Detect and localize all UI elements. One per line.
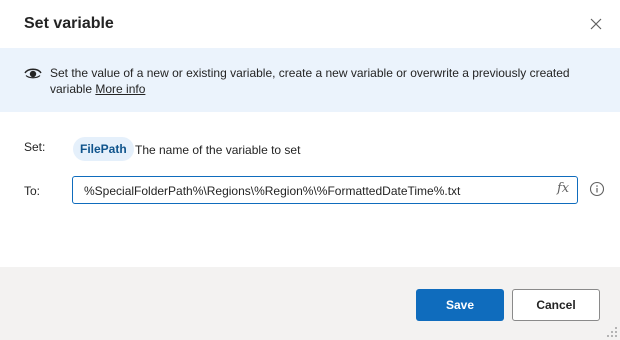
to-label: To: — [24, 184, 41, 198]
info-text: Set the value of a new or existing varia… — [50, 65, 590, 97]
fx-button[interactable]: fx — [557, 181, 569, 196]
dialog-footer: Save Cancel — [0, 267, 620, 340]
eye-icon — [24, 68, 42, 79]
save-button[interactable]: Save — [416, 289, 504, 321]
cancel-button[interactable]: Cancel — [512, 289, 600, 321]
value-input-text[interactable]: %SpecialFolderPath%\Regions\%Region%\%Fo… — [84, 184, 460, 198]
more-info-link[interactable]: More info — [95, 82, 145, 96]
resize-grip-icon[interactable] — [606, 326, 618, 338]
close-button[interactable] — [586, 14, 606, 34]
set-label: Set: — [24, 140, 46, 154]
info-bar: Set the value of a new or existing varia… — [0, 48, 620, 112]
set-variable-dialog: Set variable Set the value of a new or e… — [0, 0, 620, 340]
value-input[interactable]: %SpecialFolderPath%\Regions\%Region%\%Fo… — [72, 176, 578, 204]
info-circle-icon[interactable] — [589, 181, 605, 197]
variable-description: The name of the variable to set — [135, 143, 301, 157]
close-icon — [590, 18, 602, 30]
dialog-title: Set variable — [24, 15, 114, 32]
variable-name-chip[interactable]: FilePath — [73, 137, 134, 161]
